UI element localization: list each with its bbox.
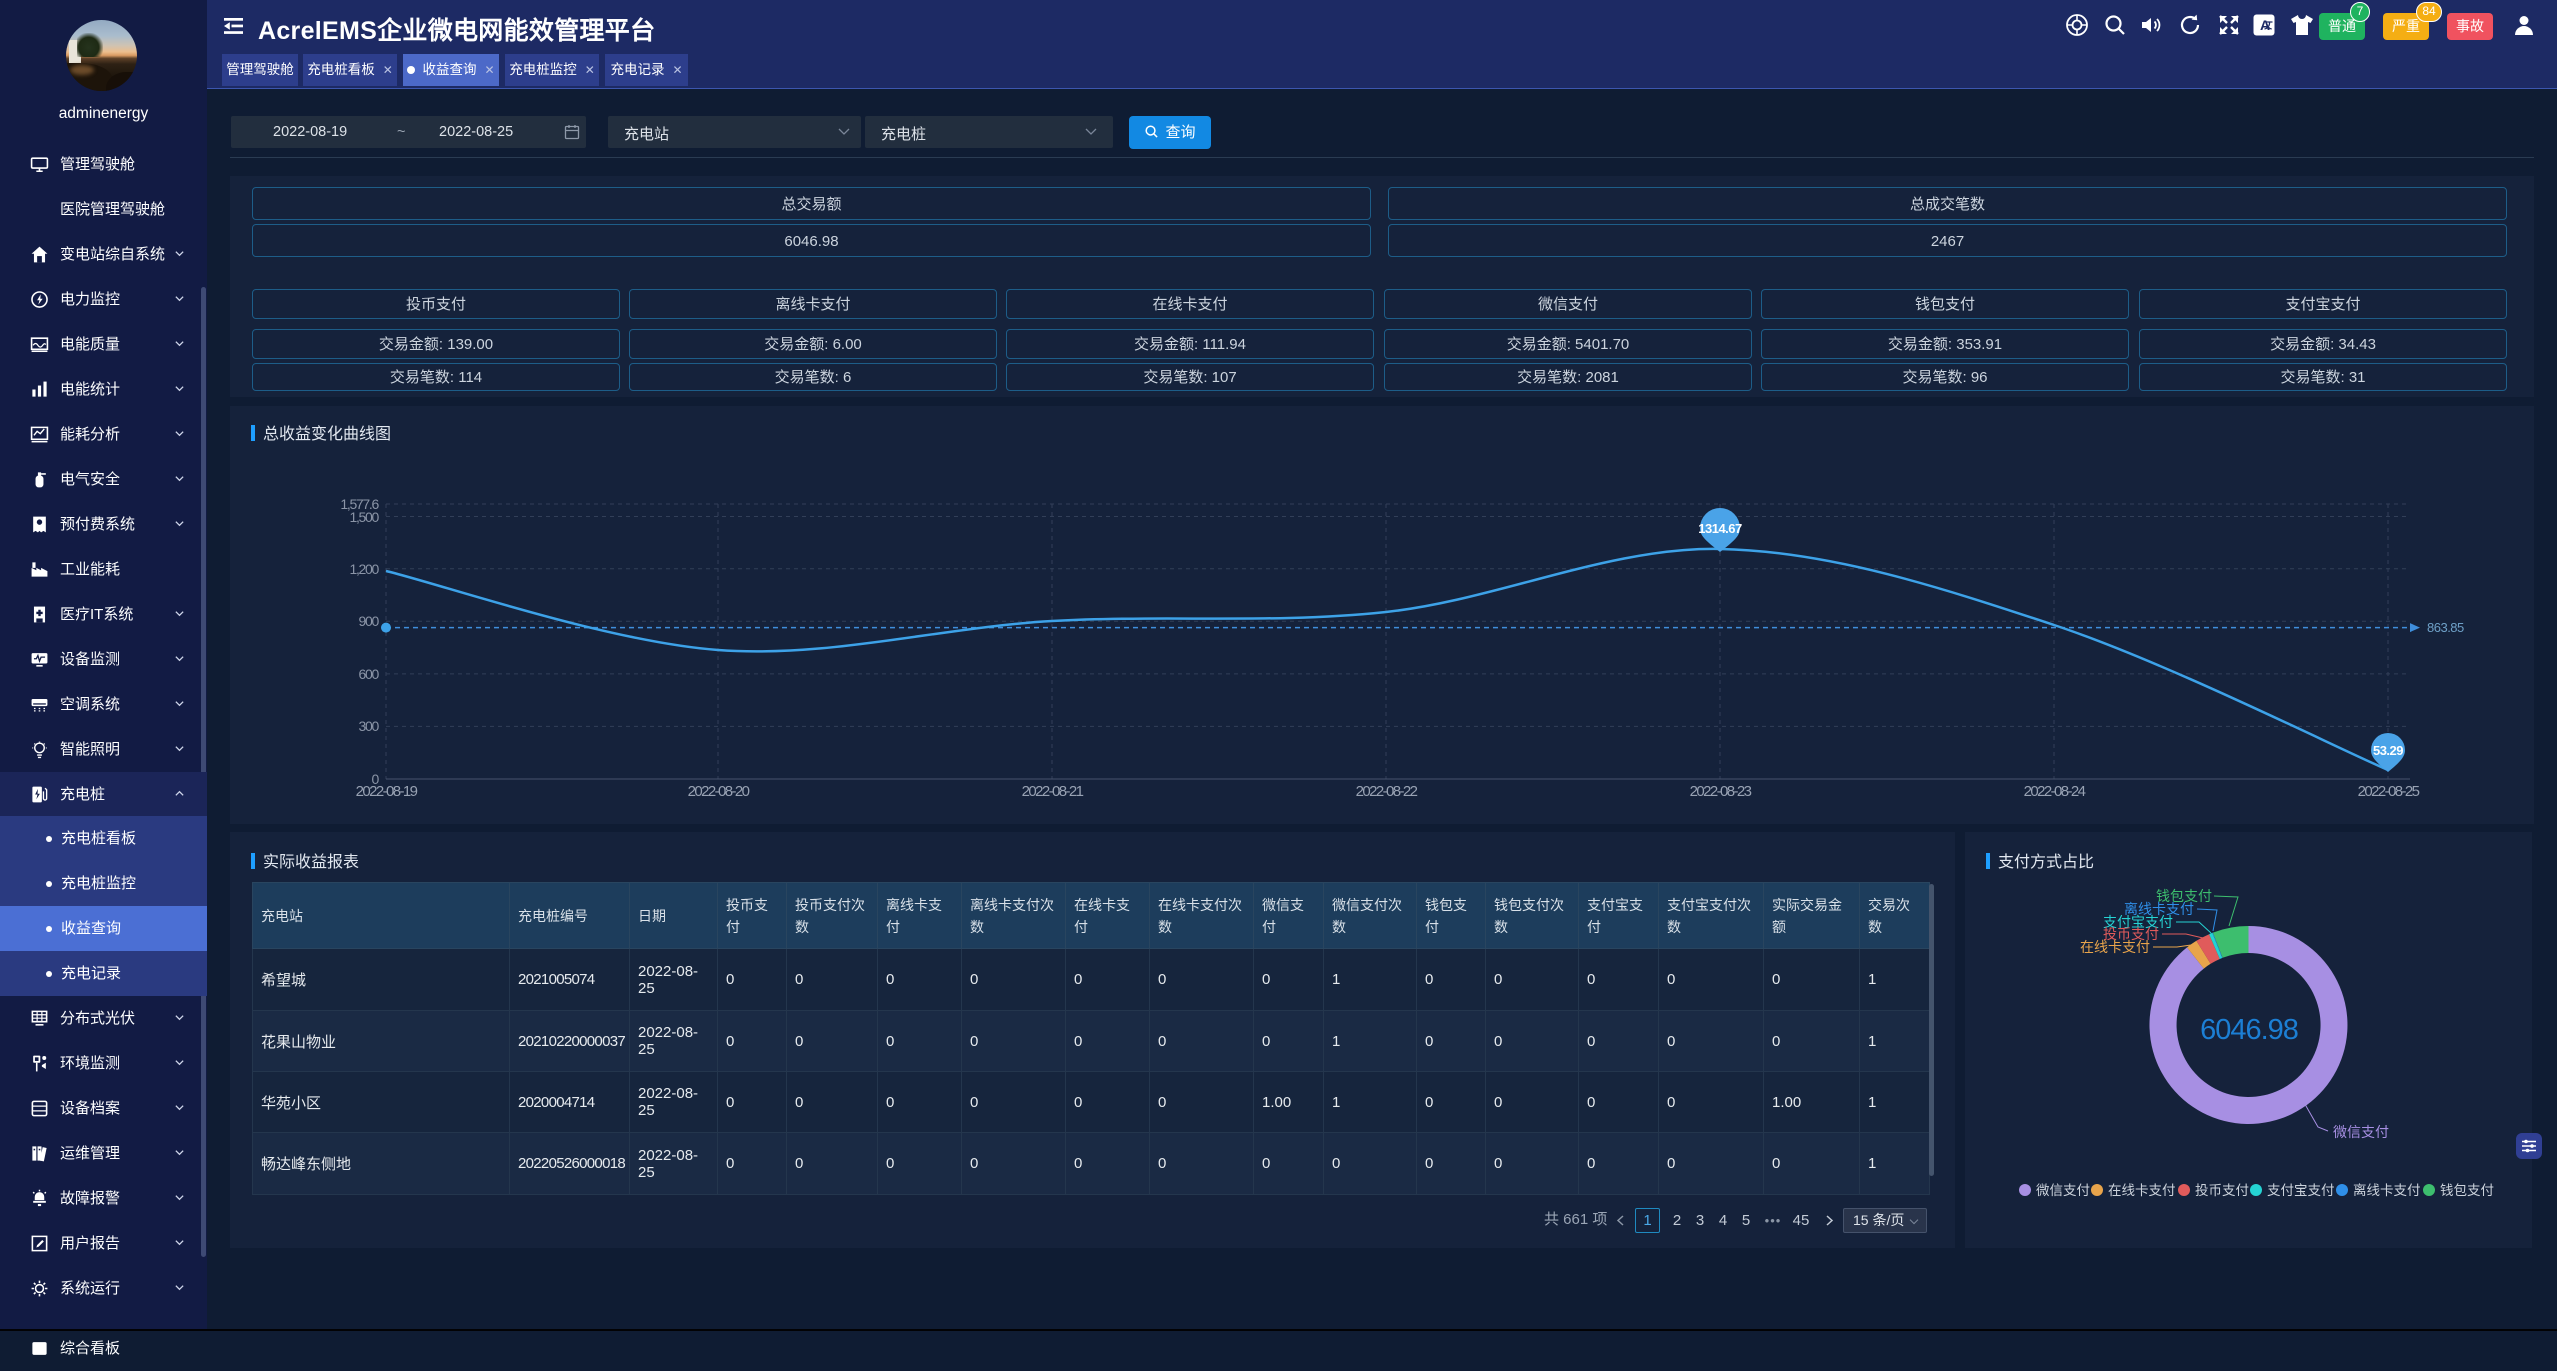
svg-text:离线卡支付: 离线卡支付 xyxy=(2353,1182,2421,1198)
svg-text:2022-08-25: 2022-08-25 xyxy=(2358,783,2420,800)
svg-text:微信支付: 微信支付 xyxy=(2333,1124,2389,1140)
svg-text:支付宝支付: 支付宝支付 xyxy=(2267,1183,2335,1198)
svg-text:2022-08-24: 2022-08-24 xyxy=(2024,783,2086,800)
svg-text:2022-08-22: 2022-08-22 xyxy=(1356,783,1418,800)
svg-text:钱包支付: 钱包支付 xyxy=(2440,1183,2494,1198)
svg-text:在线卡支付: 在线卡支付 xyxy=(2080,939,2150,955)
svg-text:微信支付: 微信支付 xyxy=(2036,1183,2090,1198)
svg-text:在线卡支付: 在线卡支付 xyxy=(2108,1183,2176,1198)
svg-text:300: 300 xyxy=(359,718,380,734)
svg-text:6046.98: 6046.98 xyxy=(2200,1014,2298,1046)
svg-text:投币支付: 投币支付 xyxy=(2195,1183,2249,1198)
svg-text:1,500: 1,500 xyxy=(349,509,379,525)
svg-text:1,200: 1,200 xyxy=(349,561,379,577)
svg-text:2022-08-20: 2022-08-20 xyxy=(688,783,750,800)
svg-text:2022-08-23: 2022-08-23 xyxy=(1690,783,1752,800)
svg-text:2022-08-19: 2022-08-19 xyxy=(356,783,418,800)
svg-text:53.29: 53.29 xyxy=(2373,743,2403,758)
svg-text:900: 900 xyxy=(359,613,380,629)
svg-text:863.85: 863.85 xyxy=(2427,620,2464,635)
svg-text:600: 600 xyxy=(359,666,380,682)
svg-text:2022-08-21: 2022-08-21 xyxy=(1022,783,1084,800)
svg-text:1314.67: 1314.67 xyxy=(1698,521,1742,536)
